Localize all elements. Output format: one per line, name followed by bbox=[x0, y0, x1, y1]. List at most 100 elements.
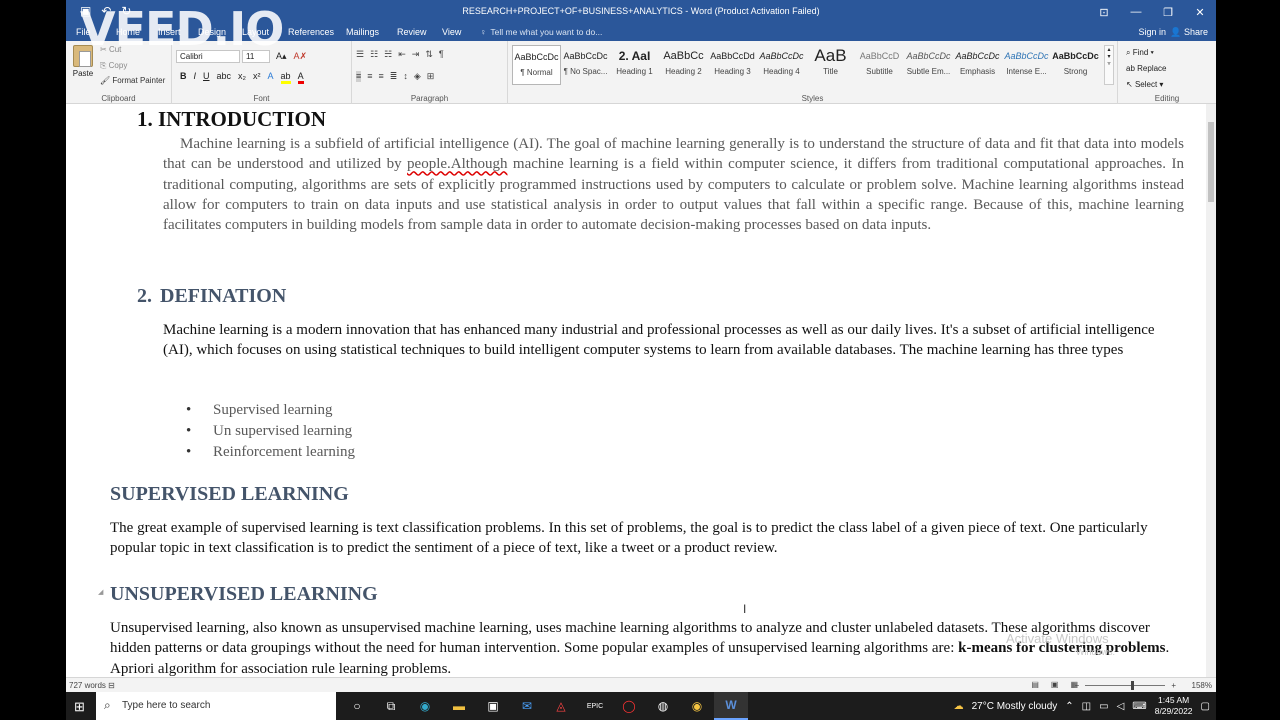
style-normal[interactable]: AaBbCcDc ¶ Normal bbox=[512, 45, 561, 85]
align-left-icon[interactable]: ≡ bbox=[356, 71, 362, 82]
style-title[interactable]: AaB Title bbox=[806, 45, 855, 85]
list-item: Un supervised learning bbox=[186, 421, 355, 442]
style-strong[interactable]: AaBbCcDc Strong bbox=[1051, 45, 1100, 85]
clipboard-label: Clipboard bbox=[101, 94, 136, 103]
battery-icon[interactable]: ▭ bbox=[1099, 701, 1108, 712]
word-taskbar-icon[interactable]: W bbox=[714, 692, 748, 720]
clear-formatting-icon[interactable]: A✗ bbox=[294, 51, 308, 62]
replace-button[interactable]: ab Replace bbox=[1126, 61, 1167, 77]
style-intense-emphasis[interactable]: AaBbCcDc Intense E... bbox=[1002, 45, 1051, 85]
pilcrow-icon[interactable]: ¶ bbox=[439, 49, 444, 60]
shading-icon[interactable]: ◈ bbox=[414, 71, 421, 82]
task-view-icon[interactable]: ⧉ bbox=[374, 692, 408, 720]
styles-gallery-scroll[interactable]: ▴ ▾ ▿ bbox=[1104, 45, 1114, 85]
restore-button[interactable]: ❐ bbox=[1152, 0, 1184, 24]
style-subtitle[interactable]: AaBbCcD Subtitle bbox=[855, 45, 904, 85]
weather-icon[interactable]: ☁ bbox=[954, 701, 964, 712]
clock[interactable]: 1:45 AM 8/29/2022 bbox=[1155, 695, 1193, 717]
italic-button[interactable]: I bbox=[194, 71, 197, 84]
opera-icon[interactable]: ◯ bbox=[612, 692, 646, 720]
share-button[interactable]: 👤 Share bbox=[1170, 27, 1208, 38]
editing-commands: ⌕ Find ▾ ab Replace ↖ Select ▾ bbox=[1126, 45, 1167, 93]
language-icon[interactable]: ⌨ bbox=[1132, 701, 1146, 712]
spelling-error: people.Although bbox=[407, 156, 508, 173]
document-page[interactable]: 1. INTRODUCTION Machine learning is a su… bbox=[66, 104, 1206, 677]
view-buttons: ▤ ▣ ▦ bbox=[1031, 680, 1078, 689]
style-emphasis[interactable]: AaBbCcDc Emphasis bbox=[953, 45, 1002, 85]
tab-review[interactable]: Review bbox=[397, 27, 427, 37]
strikethrough-button[interactable]: abc bbox=[217, 71, 232, 84]
style-heading-3[interactable]: AaBbCcDd Heading 3 bbox=[708, 45, 757, 85]
collapse-heading-icon[interactable]: ◢ bbox=[98, 588, 103, 596]
line-spacing-icon[interactable]: ↕ bbox=[403, 71, 408, 82]
numbering-icon[interactable]: ☷ bbox=[370, 49, 378, 60]
find-button[interactable]: ⌕ Find ▾ bbox=[1126, 45, 1167, 61]
activate-windows-sub: Windows. bbox=[1076, 647, 1116, 657]
volume-icon[interactable]: ◁ bbox=[1117, 701, 1125, 712]
bold-button[interactable]: B bbox=[180, 71, 187, 84]
align-right-icon[interactable]: ≡ bbox=[379, 71, 384, 82]
vertical-scrollbar[interactable] bbox=[1206, 104, 1216, 677]
style-heading-2[interactable]: AaBbCc Heading 2 bbox=[659, 45, 708, 85]
read-mode-icon[interactable]: ▤ bbox=[1031, 680, 1039, 689]
zoom-level[interactable]: 158% bbox=[1192, 681, 1212, 690]
search-icon: ⌕ bbox=[1126, 48, 1131, 57]
steam-icon[interactable]: ◍ bbox=[646, 692, 680, 720]
store-icon[interactable]: ▣ bbox=[476, 692, 510, 720]
word-count[interactable]: 727 words ⊟ bbox=[69, 681, 115, 690]
taskbar-search[interactable]: ⌕ Type here to search bbox=[96, 692, 336, 720]
multilevel-list-icon[interactable]: ☵ bbox=[384, 49, 392, 60]
font-color-icon[interactable]: A bbox=[297, 71, 304, 84]
tab-view[interactable]: View bbox=[442, 27, 461, 37]
zoom-slider[interactable]: − + bbox=[1075, 681, 1176, 690]
network-icon[interactable]: ◫ bbox=[1082, 701, 1091, 712]
superscript-button[interactable]: x² bbox=[253, 71, 261, 84]
windows-start-icon[interactable]: ⊞ bbox=[74, 699, 85, 715]
person-icon: 👤 bbox=[1170, 27, 1182, 37]
print-layout-icon[interactable]: ▣ bbox=[1051, 680, 1059, 689]
notifications-icon[interactable]: ▢ bbox=[1201, 701, 1210, 712]
file-explorer-icon[interactable]: ▬ bbox=[442, 692, 476, 720]
scroll-thumb[interactable] bbox=[1208, 122, 1214, 202]
paragraph-supervised: The great example of supervised learning… bbox=[110, 520, 1148, 557]
underline-button[interactable]: U bbox=[203, 71, 210, 84]
chevron-up-icon[interactable]: ⌃ bbox=[1065, 701, 1073, 712]
decrease-indent-icon[interactable]: ⇤ bbox=[398, 49, 406, 60]
justify-icon[interactable]: ≣ bbox=[390, 71, 398, 82]
minimize-button[interactable]: — bbox=[1120, 0, 1152, 24]
text-effects-icon[interactable]: A bbox=[268, 71, 274, 84]
copy-button[interactable]: ⎘ Copy bbox=[100, 61, 127, 71]
format-painter-button[interactable]: 🖌 Format Painter bbox=[100, 76, 165, 85]
tell-me-box[interactable]: ♀ Tell me what you want to do... bbox=[480, 27, 602, 37]
mail-icon[interactable]: ✉ bbox=[510, 692, 544, 720]
weather-text[interactable]: 27°C Mostly cloudy bbox=[972, 701, 1058, 712]
taskbar-apps: ○ ⧉ ◉ ▬ ▣ ✉ ◬ EPIC ◯ ◍ ◉ W bbox=[340, 692, 748, 720]
close-button[interactable]: ✕ bbox=[1184, 0, 1216, 24]
style-heading-4[interactable]: AaBbCcDc Heading 4 bbox=[757, 45, 806, 85]
tab-references[interactable]: References bbox=[288, 27, 334, 37]
cortana-icon[interactable]: ○ bbox=[340, 692, 374, 720]
paragraph-introduction: Machine learning is a subfield of artifi… bbox=[163, 136, 1184, 234]
ribbon-display-options-icon[interactable]: ⊡ bbox=[1088, 0, 1120, 24]
text-cursor-icon: I bbox=[743, 602, 747, 616]
bullets-icon[interactable]: ☰ bbox=[356, 49, 364, 60]
word-window: ▣ ↶ ↻ RESEARCH+PROJECT+OF+BUSINESS+ANALY… bbox=[66, 0, 1216, 692]
style-subtle-emphasis[interactable]: AaBbCcDc Subtle Em... bbox=[904, 45, 953, 85]
increase-indent-icon[interactable]: ⇥ bbox=[412, 49, 420, 60]
sign-in-link[interactable]: Sign in bbox=[1138, 27, 1166, 37]
valorant-icon[interactable]: ◬ bbox=[544, 692, 578, 720]
edge-icon[interactable]: ◉ bbox=[408, 692, 442, 720]
status-bar: 727 words ⊟ ▤ ▣ ▦ − + 158% bbox=[66, 677, 1216, 692]
tab-mailings[interactable]: Mailings bbox=[346, 27, 379, 37]
highlight-icon[interactable]: ab bbox=[280, 71, 291, 84]
subscript-button[interactable]: x₂ bbox=[238, 71, 246, 84]
style-no-spacing[interactable]: AaBbCcDc ¶ No Spac... bbox=[561, 45, 610, 85]
select-button[interactable]: ↖ Select ▾ bbox=[1126, 77, 1167, 93]
sort-icon[interactable]: ⇅ bbox=[425, 49, 433, 60]
copy-icon: ⎘ bbox=[100, 61, 107, 70]
epic-games-icon[interactable]: EPIC bbox=[578, 692, 612, 720]
borders-icon[interactable]: ⊞ bbox=[427, 71, 435, 82]
align-center-icon[interactable]: ≡ bbox=[367, 71, 372, 82]
chrome-icon[interactable]: ◉ bbox=[680, 692, 714, 720]
style-heading-1[interactable]: 2. AaI Heading 1 bbox=[610, 45, 659, 85]
